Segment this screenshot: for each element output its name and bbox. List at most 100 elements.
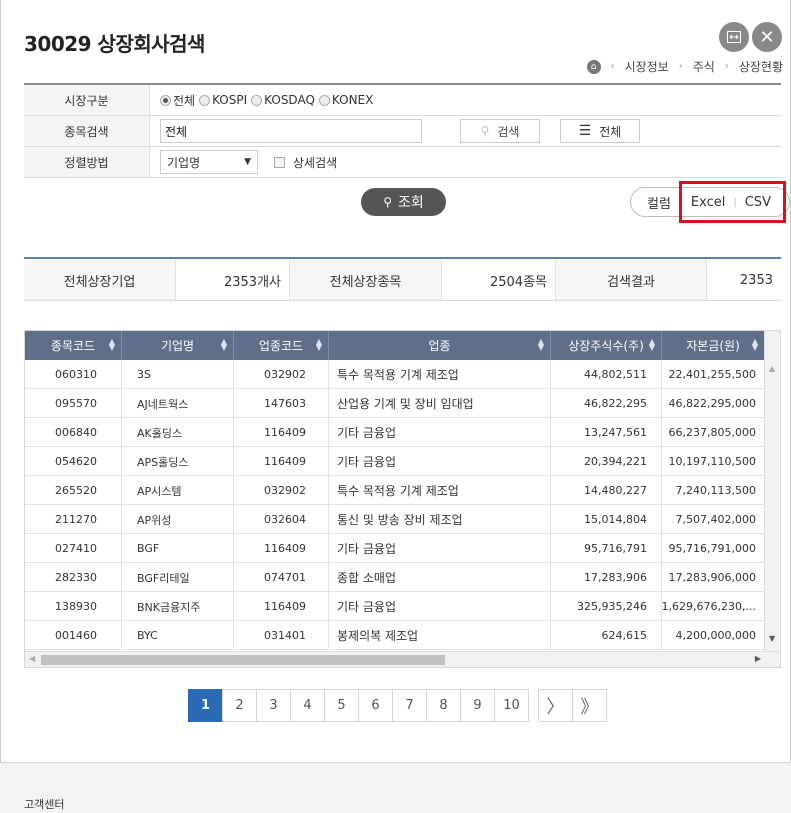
expand-button[interactable]	[719, 22, 749, 52]
chevron-right-icon: ›	[724, 61, 729, 72]
table-cell: 4,200,000,000	[662, 621, 765, 650]
page-1-button[interactable]: 1	[188, 689, 223, 722]
table-cell: AK홀딩스	[122, 418, 234, 447]
sort-icon: ▲ ▼	[220, 337, 227, 352]
scroll-right-icon[interactable]: ▶	[755, 654, 761, 663]
header-industry-code[interactable]: 업종코드 ▲ ▼	[234, 331, 329, 360]
header-name[interactable]: 기업명 ▲ ▼	[122, 331, 234, 360]
table-row[interactable]: 027410 BGF 116409 기타 금융업 95,716,791 95,716,79…	[25, 534, 765, 563]
footer-text[interactable]: 고객센터	[24, 796, 64, 812]
table-cell: 통신 및 방송 장비 제조업	[329, 505, 551, 534]
header-industry[interactable]: 업종 ▲ ▼	[329, 331, 551, 360]
search-button[interactable]: ⚲ 검색	[460, 119, 540, 143]
search-icon: ⚲	[480, 124, 490, 138]
table-cell: 054620	[25, 447, 122, 476]
home-icon[interactable]: ⌂	[586, 59, 601, 74]
table-cell: 산업용 기계 및 장비 임대업	[329, 389, 551, 418]
table-row[interactable]: 006840 AK홀딩스 116409 기타 금융업 13,247,561 66,237,…	[25, 418, 765, 447]
vertical-scrollbar[interactable]: ▲ ▼	[764, 331, 780, 652]
sort-icon: ▲ ▼	[315, 337, 322, 352]
table-cell: 147603	[234, 389, 329, 418]
table-cell: 032604	[234, 505, 329, 534]
sort-icon: ▲ ▼	[537, 337, 544, 352]
close-button[interactable]: ✕	[752, 22, 782, 52]
table-row[interactable]: 095570 AJ네트웍스 147603 산업용 기계 및 장비 임대업 46,822,…	[25, 389, 765, 418]
chevron-right-icon: ›	[610, 61, 615, 72]
table-cell: 17,283,906	[551, 563, 662, 592]
table-cell: BGF	[122, 534, 234, 563]
table-row[interactable]: 265520 AP시스템 032902 특수 목적용 기계 제조업 14,480,227…	[25, 476, 765, 505]
table-cell: 032902	[234, 476, 329, 505]
table-cell: 기타 금융업	[329, 447, 551, 476]
table-cell: 46,822,295,000	[662, 389, 765, 418]
column-button[interactable]: 컬럼	[647, 193, 671, 212]
dropdown-arrow-icon: ▼	[244, 157, 251, 167]
page-4-button[interactable]: 4	[290, 689, 325, 722]
horizontal-scrollbar[interactable]: ◀ ▶	[25, 651, 780, 667]
table-cell: 074701	[234, 563, 329, 592]
table-cell: 116409	[234, 447, 329, 476]
scroll-thumb[interactable]	[41, 655, 445, 665]
table-cell: 116409	[234, 418, 329, 447]
header-capital[interactable]: 자본금(원) ▲ ▼	[662, 331, 765, 360]
table-cell: BNK금융지주	[122, 592, 234, 621]
table-cell: 13,247,561	[551, 418, 662, 447]
table-body: 060310 3S 032902 특수 목적용 기계 제조업 44,802,511 22,…	[25, 360, 765, 650]
table-cell: 095570	[25, 389, 122, 418]
table-cell: 027410	[25, 534, 122, 563]
sort-label: 정렬방법	[24, 147, 150, 177]
export-buttons: 컬럼 Excel | CSV	[630, 181, 790, 223]
table-cell: AJ네트웍스	[122, 389, 234, 418]
divider	[24, 257, 781, 259]
table-cell: 66,237,805,000	[662, 418, 765, 447]
detail-search-checkbox[interactable]: 상세검색	[274, 154, 337, 171]
page-7-button[interactable]: 7	[392, 689, 427, 722]
radio-konex[interactable]: KONEX	[318, 93, 373, 107]
all-button[interactable]: ☰ 전체	[560, 119, 640, 143]
radio-kosdaq[interactable]: KOSDAQ	[251, 93, 315, 107]
breadcrumb-item[interactable]: 상장현황	[739, 58, 783, 75]
market-label: 시장구분	[24, 85, 150, 115]
page-6-button[interactable]: 6	[358, 689, 393, 722]
page-3-button[interactable]: 3	[256, 689, 291, 722]
table-row[interactable]: 282330 BGF리테일 074701 종합 소매업 17,283,906 17,283…	[25, 563, 765, 592]
table-cell: 20,394,221	[551, 447, 662, 476]
table-cell: 기타 금융업	[329, 418, 551, 447]
table-row[interactable]: 211270 AP위성 032604 통신 및 방송 장비 제조업 15,014,804…	[25, 505, 765, 534]
table-cell: 001460	[25, 621, 122, 650]
table-row[interactable]: 138930 BNK금융지주 116409 기타 금융업 325,935,246 1,62…	[25, 592, 765, 621]
radio-all[interactable]: 전체	[160, 92, 195, 109]
list-icon: ☰	[578, 123, 592, 139]
radio-kospi[interactable]: KOSPI	[199, 93, 247, 107]
query-button[interactable]: ⚲ 조회	[361, 188, 446, 216]
scroll-left-icon[interactable]: ◀	[29, 654, 35, 663]
header-code[interactable]: 종목코드 ▲ ▼	[25, 331, 122, 360]
breadcrumb-item[interactable]: 시장정보	[625, 58, 669, 75]
table-row[interactable]: 054620 APS홀딩스 116409 기타 금융업 20,394,221 10,197…	[25, 447, 765, 476]
table-cell: 060310	[25, 360, 122, 389]
table-cell: 17,283,906,000	[662, 563, 765, 592]
breadcrumb-item[interactable]: 주식	[693, 58, 715, 75]
company-table: 종목코드 ▲ ▼ 기업명 ▲ ▼ 업종코드 ▲ ▼ 업종 ▲ ▼ 상장주식수(주) ▲ ▼ 자본금(…	[24, 330, 781, 668]
search-input[interactable]: 전체	[160, 119, 422, 143]
last-page-button[interactable]: 》	[572, 689, 607, 722]
scroll-down-icon[interactable]: ▼	[769, 634, 775, 643]
scroll-up-icon[interactable]: ▲	[769, 364, 775, 373]
table-row[interactable]: 001460 BYC 031401 봉제의복 제조업 624,615 4,200,000,…	[25, 621, 765, 650]
page-2-button[interactable]: 2	[222, 689, 257, 722]
table-cell: 624,615	[551, 621, 662, 650]
page-5-button[interactable]: 5	[324, 689, 359, 722]
next-page-button[interactable]: 〉	[538, 689, 573, 722]
header-shares[interactable]: 상장주식수(주) ▲ ▼	[551, 331, 662, 360]
result-label: 검색결과	[556, 260, 707, 300]
page-9-button[interactable]: 9	[460, 689, 495, 722]
page-8-button[interactable]: 8	[426, 689, 461, 722]
sort-icon: ▲ ▼	[751, 337, 758, 352]
table-cell: 031401	[234, 621, 329, 650]
sort-select[interactable]: 기업명 ▼	[160, 150, 258, 174]
table-row[interactable]: 060310 3S 032902 특수 목적용 기계 제조업 44,802,511 22,…	[25, 360, 765, 389]
footer	[0, 763, 791, 813]
table-cell: 265520	[25, 476, 122, 505]
page-10-button[interactable]: 10	[494, 689, 529, 722]
sort-icon: ▲ ▼	[108, 337, 115, 352]
